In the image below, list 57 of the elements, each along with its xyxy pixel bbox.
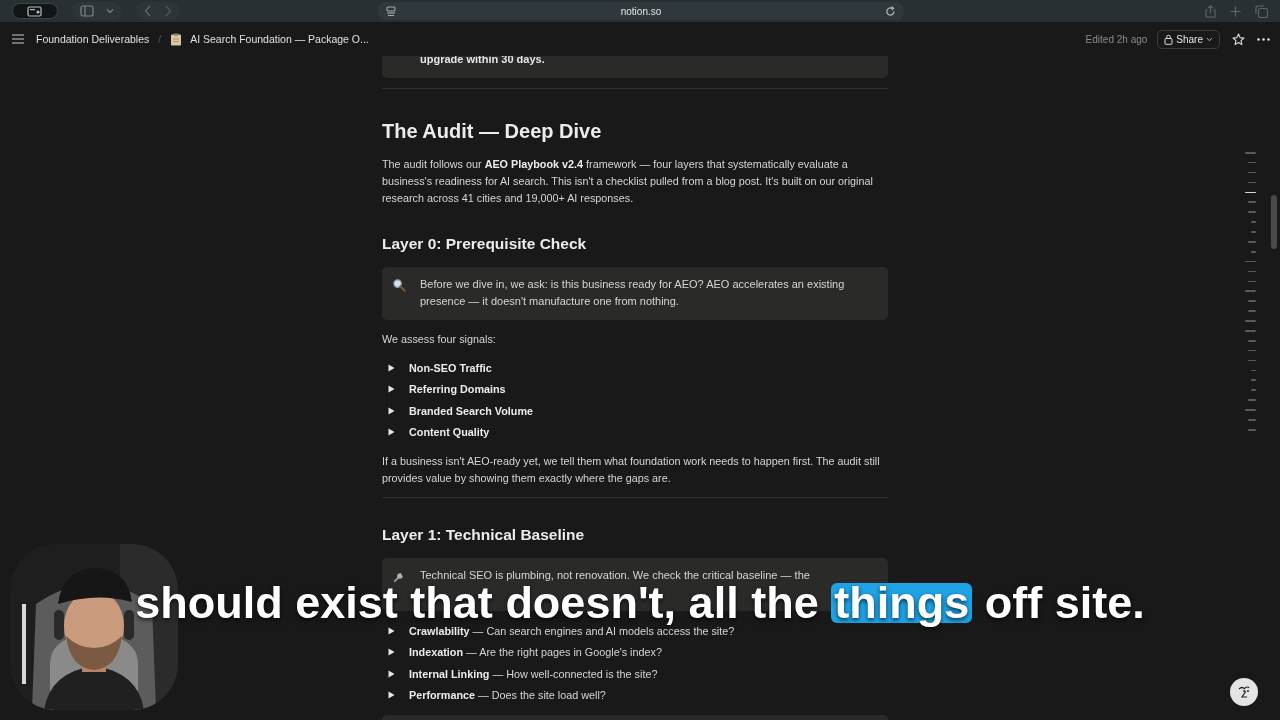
paragraph: We assess four signals: [382, 332, 497, 347]
caption-word: all [688, 583, 739, 623]
assistant-button[interactable] [1230, 678, 1258, 706]
page-menu-icon[interactable] [386, 5, 396, 17]
share-button[interactable]: Share [1157, 29, 1220, 49]
clipboard-icon [170, 32, 183, 46]
section-heading: Layer 0: Prerequisite Check [382, 234, 588, 254]
toggle-arrow-icon[interactable] [388, 626, 395, 635]
breadcrumb-separator: / [158, 33, 162, 45]
url-text: notion.so [620, 5, 662, 17]
profile-button[interactable] [12, 3, 58, 19]
caption-word: off [984, 583, 1043, 623]
caption-word: should [135, 583, 283, 623]
section-heading: Layer 1: Technical Baseline [382, 525, 586, 545]
reload-icon[interactable] [885, 5, 896, 17]
toggle-item-text: Branded Search Volume [409, 404, 533, 417]
breadcrumb-link[interactable]: Foundation Deliverables [36, 33, 150, 45]
doodle-icon [1236, 684, 1252, 700]
lock-icon [1164, 33, 1174, 45]
address-bar[interactable]: notion.so [378, 2, 904, 20]
toggle-arrow-icon[interactable] [388, 363, 395, 372]
caption-word: doesn't, [505, 583, 677, 623]
paragraph: If a business isn't AEO-ready yet, we tell them what foundation work needs to happen first. The audit still provides value by showing them exactly where the gaps are. [382, 454, 881, 486]
scrollbar-thumb[interactable] [1271, 195, 1277, 249]
favorite-icon[interactable] [1232, 32, 1245, 46]
callout-text: Technical SEO is plumbing, not renovation. We check the critical baseline — the [420, 568, 810, 583]
toggle-arrow-icon[interactable] [388, 691, 395, 700]
callout-text: Before we dive in, we ask: is this business ready for AEO? AEO accelerates an existing presence — it doesn't manufacture one from nothing. [420, 277, 846, 309]
profile-card-icon [27, 5, 43, 17]
caption-word: the [751, 583, 819, 623]
callout-text: upgrade within 30 days. [420, 56, 545, 67]
chevron-down-icon[interactable] [106, 8, 114, 14]
toggle-item-text: Internal Linking — How well-connected is the site? [409, 667, 658, 680]
edited-time: Edited 2h ago [1085, 33, 1148, 45]
caption-word: exist [295, 583, 398, 623]
toggle-arrow-icon[interactable] [388, 669, 395, 678]
page-heading: The Audit — Deep Dive [382, 119, 603, 144]
breadcrumb-link[interactable]: AI Search Foundation — Package O... [190, 33, 369, 45]
caption-word: that [410, 583, 493, 623]
paragraph: The audit follows our AEO Playbook v2.4 framework — four layers that systematically evaluate a business's readiness for AI search. This isn't a checklist pulled from a blog post. It's built on our original research across 41 cities and 19,000+ AI responses. [382, 157, 874, 206]
magnifier-icon [392, 278, 406, 292]
chevron-down-icon [1206, 36, 1213, 42]
toggle-arrow-icon[interactable] [388, 385, 395, 394]
toggle-item-text: Content Quality [409, 426, 490, 439]
toggle-arrow-icon[interactable] [388, 406, 395, 415]
toggle-item-text: Referring Domains [409, 383, 506, 396]
caption-word: site. [1054, 583, 1145, 623]
toggle-item-text: Performance — Does the site load well? [409, 689, 606, 702]
toggle-item-text: Indexation — Are the right pages in Google's index? [409, 646, 662, 659]
sidebar-icon[interactable] [80, 5, 94, 17]
outline-drawing[interactable] [1244, 152, 1256, 431]
menu-icon[interactable] [12, 34, 24, 44]
toggle-arrow-icon[interactable] [388, 428, 395, 437]
toggle-item-text: Non-SEO Traffic [409, 361, 492, 374]
more-icon[interactable] [1257, 37, 1270, 41]
toggle-item-text: Crawlability — Can search engines and AI models access the site? [409, 624, 735, 637]
toggle-arrow-icon[interactable] [388, 648, 395, 657]
